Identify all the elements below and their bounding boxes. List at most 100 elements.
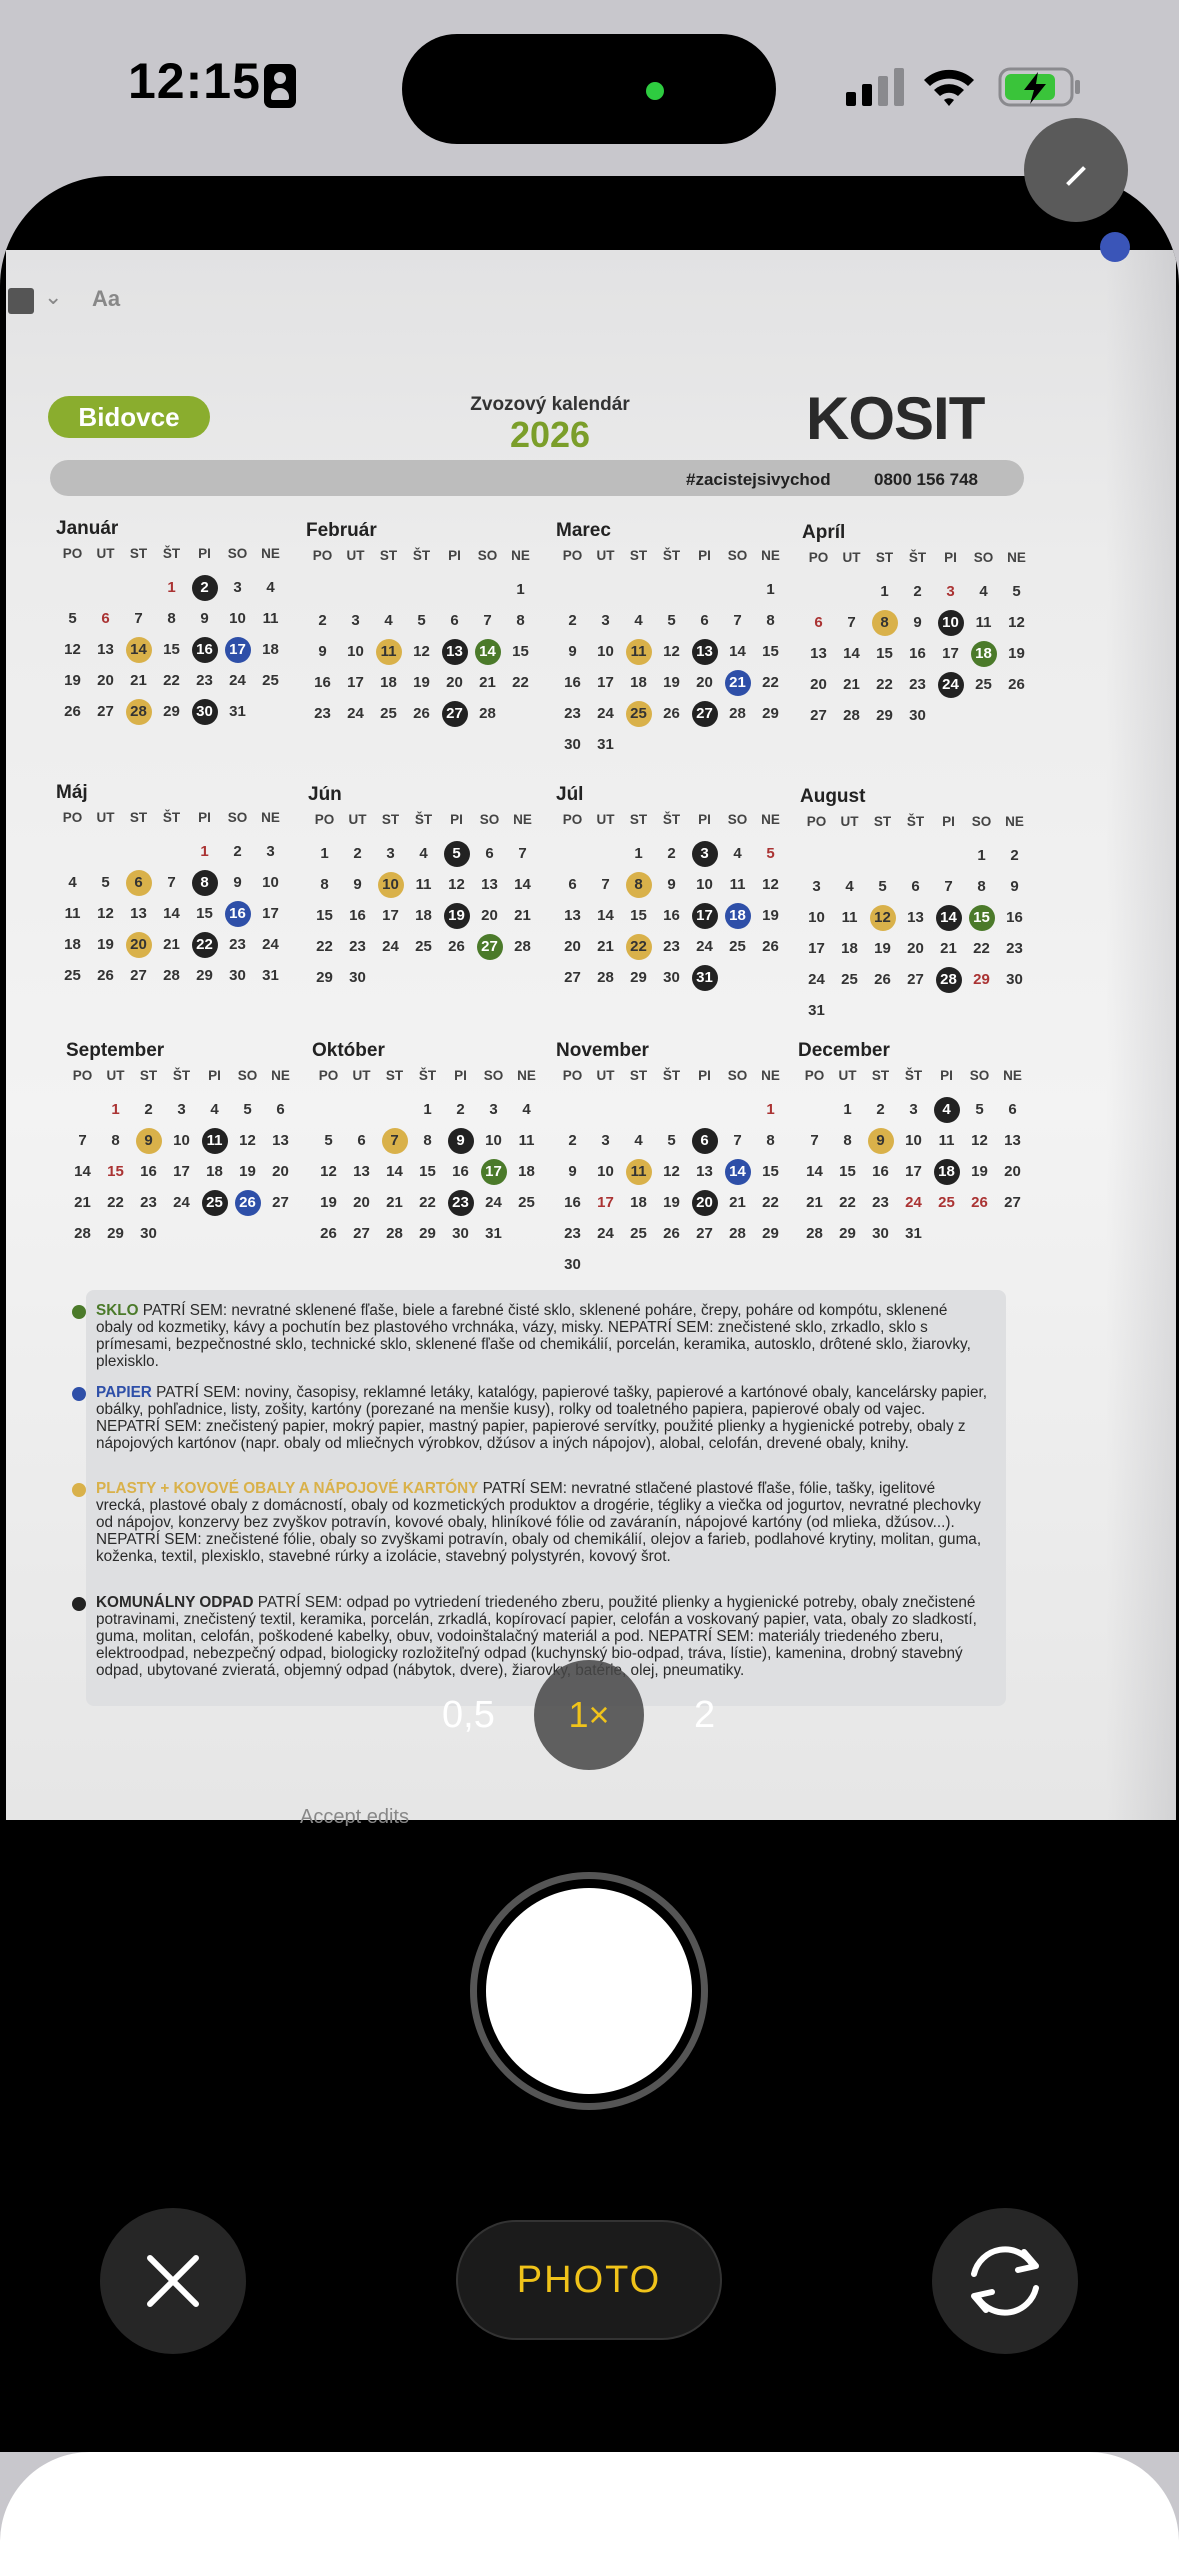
weekday-label: NE [1003,1068,1022,1083]
paper-shadow [1106,250,1176,1820]
day-cell: 20 [446,674,463,691]
day-cell: 3 [812,878,821,895]
week-row: 22 23 24 25 26 27 28 [308,931,544,962]
weekday-label: ŠT [414,812,433,827]
photo-mode-button[interactable]: PHOTO [456,2220,722,2340]
legend-glass: SKLO PATRÍ SEM: nevratné sklenené fľaše,… [96,1302,988,1370]
month-name: November [556,1040,649,1061]
live-photo-button[interactable] [1024,118,1128,222]
shutter-button[interactable] [486,1888,692,2094]
day-cell: 11 [262,610,279,627]
week-row: 1 [306,574,542,605]
day-cell [655,574,688,605]
day-cell: 17 [597,674,614,691]
weekday-label: NE [261,810,280,825]
week-row: 23 24 25 26 27 28 29 [556,1218,792,1249]
day-cell: 27 [130,967,147,984]
day-cell: 30 [872,1225,889,1242]
legend-paper: PAPIER PATRÍ SEM: noviny, časopisy, rekl… [96,1384,988,1452]
day-cell: 7 [134,610,143,627]
weekday-label: UT [346,548,365,563]
week-row: 5 6 7 8 9 10 11 [312,1125,548,1156]
day-cell: 4 [930,1094,963,1125]
day-cell: 7 [601,876,610,893]
close-button[interactable] [100,2208,246,2354]
day-cell: 11 [729,876,746,893]
weekday-label: PO [804,1068,825,1083]
day-cell: 24 [905,1194,922,1211]
flip-camera-button[interactable] [932,2208,1078,2354]
day-cell: 7 [78,1132,87,1149]
week-row: 14 15 16 17 18 19 20 [798,1156,1034,1187]
legend-category: KOMUNÁLNY ODPAD [96,1594,254,1611]
battery-charging-icon [998,67,1080,107]
day-cell: 25 [975,676,992,693]
day-cell: 24 [347,705,364,722]
day-cell: 9 [1010,878,1019,895]
day-cell: 17 [688,900,721,931]
weekday-label: ST [385,1068,404,1083]
month-name: Apríl [802,522,846,543]
weekday-label: PO [72,1068,93,1083]
weekday-label: SO [727,812,748,827]
day-cell: 19 [971,1163,988,1180]
month-Október: Október PO UT ST ŠT PI SO NE 1 2 3 4 5 6 7 8 9 10 11 12 13 14… [312,1040,548,1249]
day-cell: 20 [907,940,924,957]
zoom-2-button[interactable]: 2 [694,1694,715,1737]
day-cell [622,1094,655,1125]
day-cell: 6 [357,1132,366,1149]
day-cell [622,729,655,760]
weekday-header: PO UT ST ŠT PI SO NE [800,814,1036,840]
weekday-label: SO [969,1068,990,1083]
day-cell: 13 [272,1132,289,1149]
day-cell [66,1094,99,1125]
day-cell: 23 [229,936,246,953]
week-row: 1 [556,1094,792,1125]
day-cell: 2 [913,583,922,600]
day-cell: 10 [262,874,279,891]
font-size-label: Aa [92,286,121,311]
day-cell: 25 [841,971,858,988]
day-cell: 9 [913,614,922,631]
weekday-label: NE [271,1068,290,1083]
day-cell: 9 [353,876,362,893]
day-cell: 7 [378,1125,411,1156]
day-cell: 17 [221,634,254,665]
day-cell: 28 [514,938,531,955]
day-cell: 12 [762,876,779,893]
week-row: 6 7 8 9 10 11 12 [802,607,1038,638]
week-row: 13 14 15 16 17 18 19 [556,900,792,931]
day-cell: 31 [688,962,721,993]
day-cell: 26 [231,1187,264,1218]
day-cell: 6 [700,612,709,629]
day-cell [264,1218,297,1249]
day-cell: 5 [417,612,426,629]
municipal-dot-icon [72,1597,86,1611]
day-cell: 31 [597,736,614,753]
day-cell [374,962,407,993]
day-cell [339,574,372,605]
day-cell: 5 [68,610,77,627]
zoom-0-5-button[interactable]: 0,5 [442,1694,495,1737]
day-cell: 4 [845,878,854,895]
weekday-label: PO [62,810,83,825]
day-cell: 26 [971,1194,988,1211]
month-name: Máj [56,782,88,803]
day-cell: 28 [806,1225,823,1242]
day-cell: 30 [349,969,366,986]
week-row: 3 4 5 6 7 8 9 [800,871,1036,902]
weekday-label: PI [698,548,711,563]
day-cell: 24 [229,672,246,689]
day-cell: 25 [380,705,397,722]
day-cell: 1 [843,1101,852,1118]
day-cell [721,1249,754,1280]
legend-municipal: KOMUNÁLNY ODPAD PATRÍ SEM: odpad po vytr… [96,1594,988,1679]
zoom-1x-button[interactable]: 1× [534,1660,644,1770]
weekday-header: PO UT ST ŠT PI SO NE [306,548,542,574]
weekday-label: PO [318,1068,339,1083]
day-cell [372,574,405,605]
day-cell: 1 [200,843,209,860]
day-cell: 21 [130,672,147,689]
week-row: 28 29 30 [66,1218,302,1249]
day-cell: 1 [766,1101,775,1118]
